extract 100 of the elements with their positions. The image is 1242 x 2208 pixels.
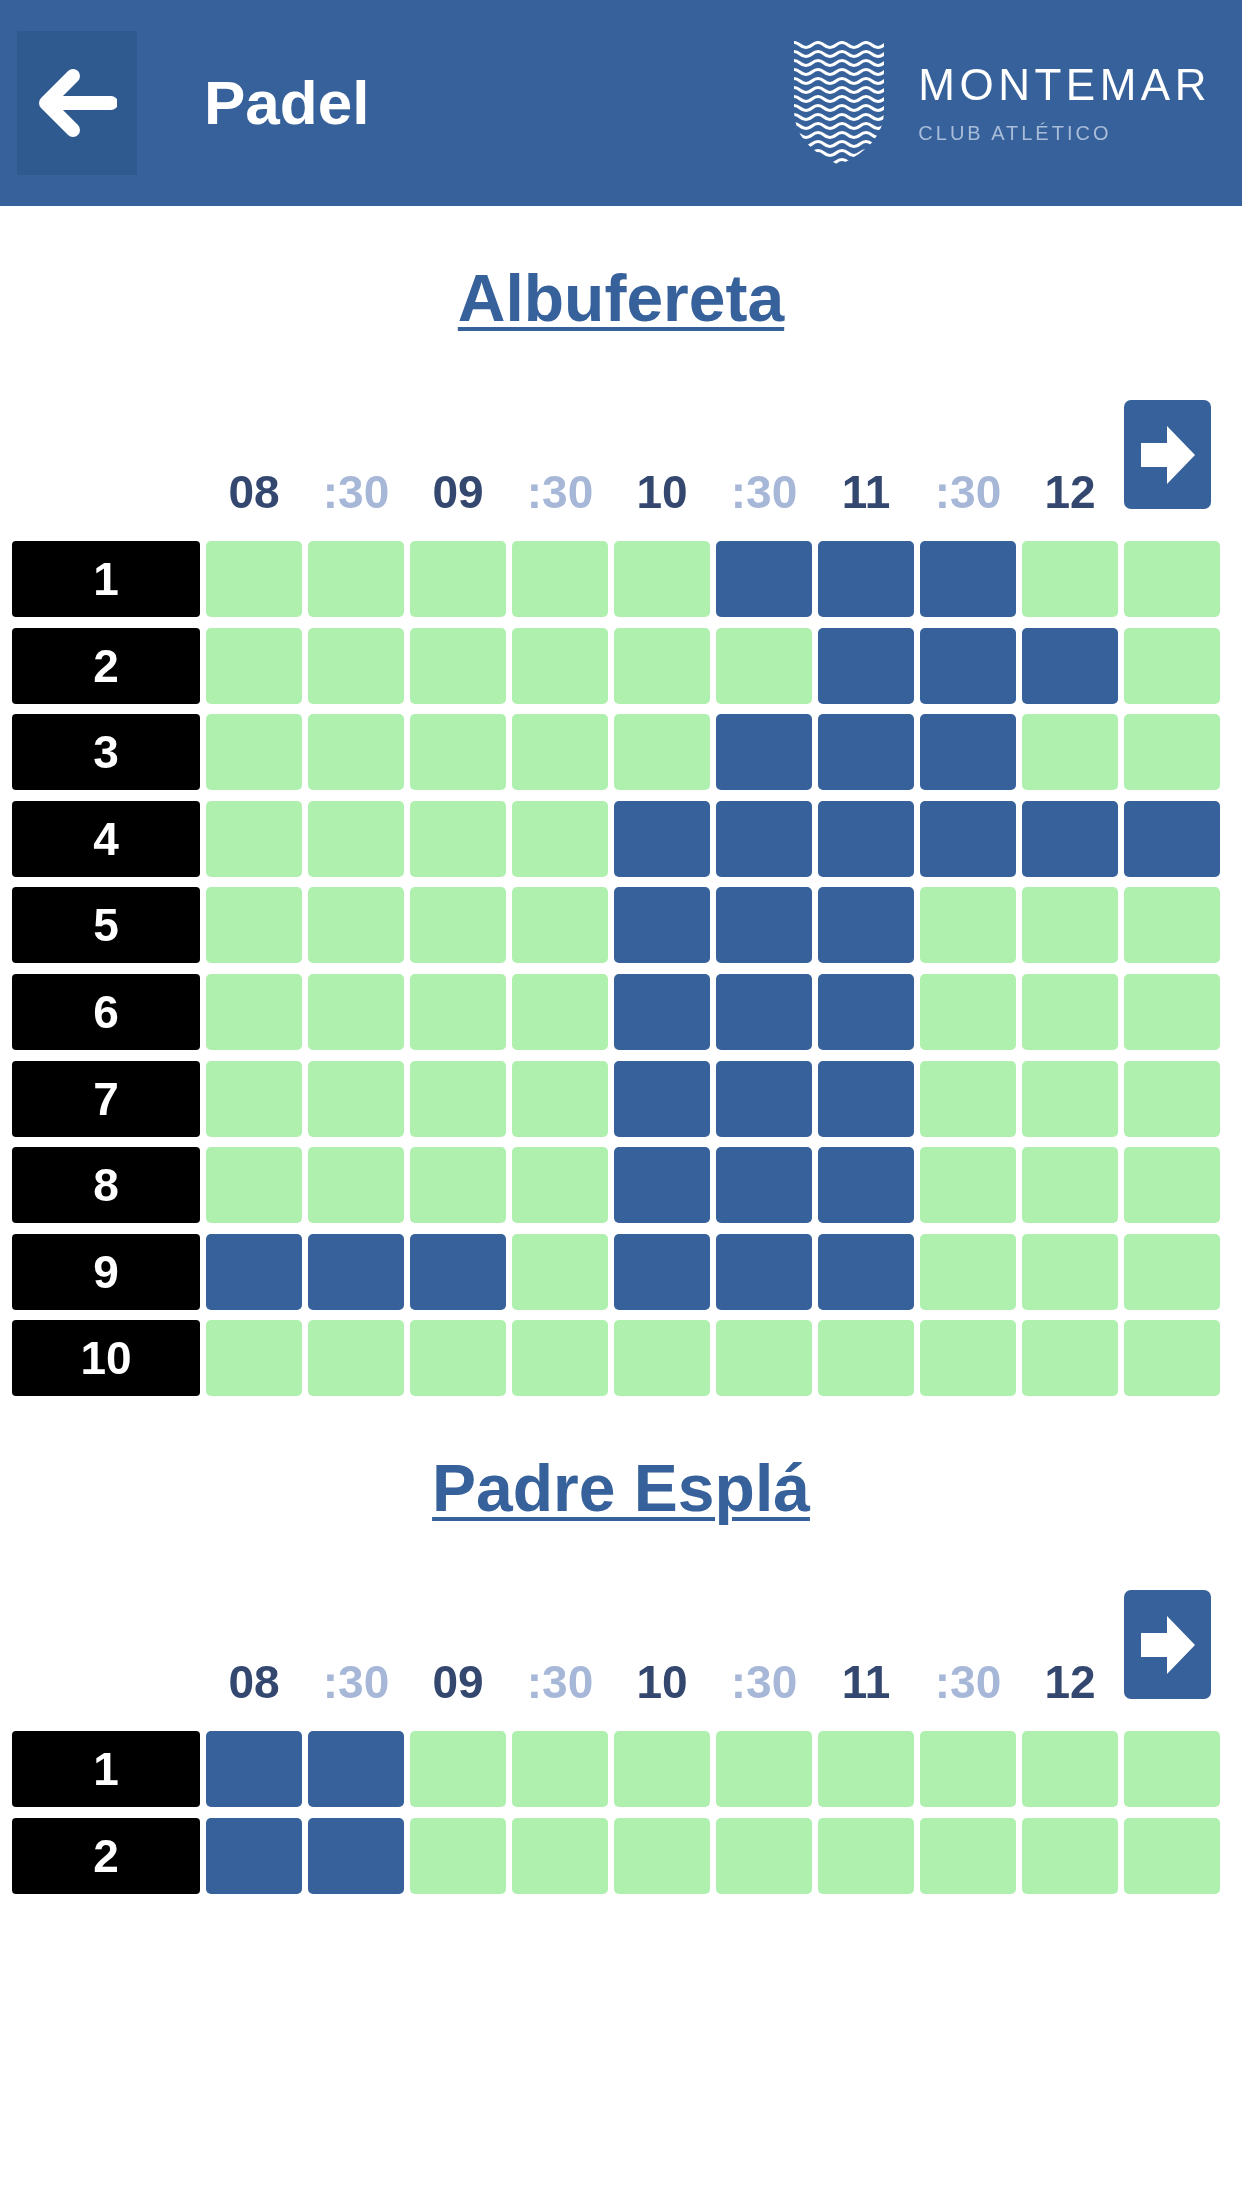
time-slot[interactable] — [614, 714, 710, 791]
time-slot[interactable] — [410, 1233, 506, 1310]
time-slot[interactable] — [1022, 1731, 1118, 1808]
venue-title-link[interactable]: Padre Esplá — [432, 1452, 810, 1525]
time-slot[interactable] — [920, 1320, 1016, 1397]
time-slot[interactable] — [920, 541, 1016, 617]
time-slot[interactable] — [410, 1731, 506, 1808]
time-slot[interactable] — [206, 1060, 302, 1137]
time-slot[interactable] — [1124, 714, 1220, 791]
time-slot[interactable] — [716, 973, 812, 1050]
time-slot[interactable] — [818, 627, 914, 704]
time-slot[interactable] — [614, 973, 710, 1050]
next-button[interactable] — [1124, 1590, 1211, 1700]
time-slot[interactable] — [1022, 1060, 1118, 1137]
time-slot[interactable] — [614, 627, 710, 704]
time-slot[interactable] — [206, 1233, 302, 1310]
venue-title-link[interactable]: Albufereta — [457, 262, 785, 334]
time-slot[interactable] — [308, 973, 404, 1050]
time-slot[interactable] — [1022, 1233, 1118, 1310]
time-slot[interactable] — [512, 800, 608, 877]
time-slot[interactable] — [920, 800, 1016, 877]
time-slot[interactable] — [818, 800, 914, 877]
time-slot[interactable] — [716, 627, 812, 704]
time-slot[interactable] — [308, 1817, 404, 1894]
time-slot[interactable] — [818, 1320, 914, 1397]
time-slot[interactable] — [1124, 1817, 1220, 1894]
time-slot[interactable] — [308, 887, 404, 964]
time-slot[interactable] — [614, 887, 710, 964]
time-slot[interactable] — [308, 627, 404, 704]
time-slot[interactable] — [512, 1320, 608, 1397]
time-slot[interactable] — [206, 1147, 302, 1224]
time-slot[interactable] — [206, 973, 302, 1050]
time-slot[interactable] — [1124, 1731, 1220, 1808]
time-slot[interactable] — [410, 714, 506, 791]
time-slot[interactable] — [512, 1233, 608, 1310]
time-slot[interactable] — [512, 973, 608, 1050]
time-slot[interactable] — [1022, 973, 1118, 1050]
time-slot[interactable] — [818, 541, 914, 617]
time-slot[interactable] — [308, 1320, 404, 1397]
time-slot[interactable] — [614, 541, 710, 617]
time-slot[interactable] — [206, 887, 302, 964]
time-slot[interactable] — [818, 973, 914, 1050]
time-slot[interactable] — [308, 1060, 404, 1137]
next-button[interactable] — [1124, 400, 1211, 509]
time-slot[interactable] — [818, 1233, 914, 1310]
time-slot[interactable] — [920, 973, 1016, 1050]
time-slot[interactable] — [512, 627, 608, 704]
time-slot[interactable] — [1022, 1147, 1118, 1224]
time-slot[interactable] — [512, 1817, 608, 1894]
time-slot[interactable] — [614, 1233, 710, 1310]
time-slot[interactable] — [818, 887, 914, 964]
time-slot[interactable] — [512, 1147, 608, 1224]
time-slot[interactable] — [716, 800, 812, 877]
time-slot[interactable] — [410, 1320, 506, 1397]
back-button[interactable] — [17, 31, 137, 175]
time-slot[interactable] — [716, 714, 812, 791]
time-slot[interactable] — [716, 1233, 812, 1310]
time-slot[interactable] — [1022, 887, 1118, 964]
time-slot[interactable] — [410, 1817, 506, 1894]
time-slot[interactable] — [206, 1320, 302, 1397]
time-slot[interactable] — [308, 800, 404, 877]
time-slot[interactable] — [206, 800, 302, 877]
time-slot[interactable] — [1124, 541, 1220, 617]
time-slot[interactable] — [1124, 800, 1220, 877]
time-slot[interactable] — [1124, 1147, 1220, 1224]
time-slot[interactable] — [614, 1147, 710, 1224]
time-slot[interactable] — [206, 714, 302, 791]
time-slot[interactable] — [308, 1147, 404, 1224]
time-slot[interactable] — [410, 1147, 506, 1224]
time-slot[interactable] — [410, 627, 506, 704]
time-slot[interactable] — [1022, 627, 1118, 704]
time-slot[interactable] — [1124, 1060, 1220, 1137]
time-slot[interactable] — [920, 627, 1016, 704]
time-slot[interactable] — [818, 1731, 914, 1808]
time-slot[interactable] — [818, 1817, 914, 1894]
time-slot[interactable] — [410, 973, 506, 1050]
time-slot[interactable] — [920, 887, 1016, 964]
time-slot[interactable] — [1022, 714, 1118, 791]
time-slot[interactable] — [410, 800, 506, 877]
time-slot[interactable] — [512, 541, 608, 617]
time-slot[interactable] — [206, 541, 302, 617]
time-slot[interactable] — [716, 887, 812, 964]
time-slot[interactable] — [920, 1147, 1016, 1224]
time-slot[interactable] — [410, 887, 506, 964]
time-slot[interactable] — [920, 1060, 1016, 1137]
time-slot[interactable] — [410, 541, 506, 617]
time-slot[interactable] — [206, 1817, 302, 1894]
time-slot[interactable] — [716, 541, 812, 617]
time-slot[interactable] — [716, 1320, 812, 1397]
time-slot[interactable] — [920, 1233, 1016, 1310]
time-slot[interactable] — [308, 714, 404, 791]
time-slot[interactable] — [716, 1817, 812, 1894]
time-slot[interactable] — [1124, 627, 1220, 704]
time-slot[interactable] — [614, 1731, 710, 1808]
time-slot[interactable] — [1022, 541, 1118, 617]
time-slot[interactable] — [410, 1060, 506, 1137]
time-slot[interactable] — [818, 714, 914, 791]
time-slot[interactable] — [614, 800, 710, 877]
time-slot[interactable] — [1124, 973, 1220, 1050]
time-slot[interactable] — [614, 1817, 710, 1894]
